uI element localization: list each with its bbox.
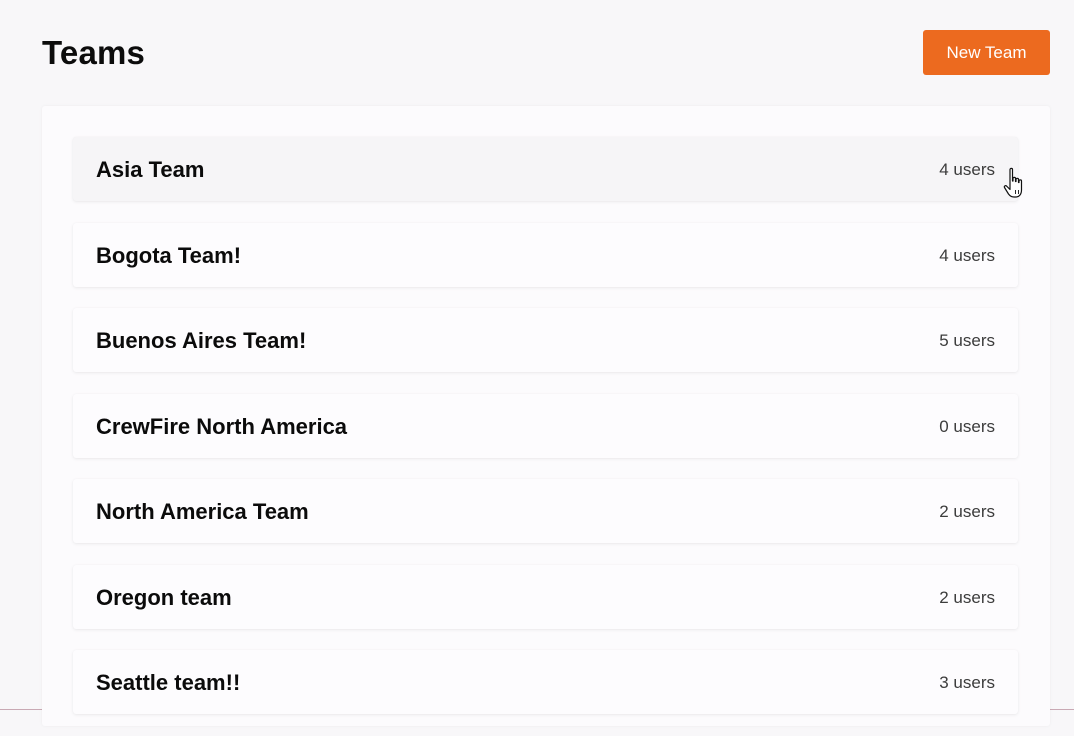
- team-user-count: 2 users: [939, 587, 995, 607]
- team-row-seattle-team[interactable]: Seattle team!! 3 users: [73, 650, 1018, 714]
- team-list: Asia Team 4 users Bogota Team! 4 users B…: [73, 137, 1018, 736]
- team-user-count: 3 users: [939, 673, 995, 692]
- team-name: North America Team: [96, 499, 309, 524]
- team-row-north-america-team[interactable]: North America Team 2 users: [73, 479, 1018, 543]
- team-user-count: 0 users: [939, 416, 995, 436]
- team-row-oregon-team[interactable]: Oregon team 2 users: [73, 564, 1018, 629]
- new-team-button[interactable]: New Team: [923, 30, 1050, 75]
- team-name: Asia Team: [96, 157, 205, 182]
- page-header: Teams New Team: [42, 30, 1050, 75]
- team-user-count: 4 users: [939, 160, 995, 179]
- page-title: Teams: [42, 34, 146, 71]
- team-user-count: 2 users: [939, 502, 995, 521]
- team-row-buenos-aires-team[interactable]: Buenos Aires Team! 5 users: [73, 308, 1018, 372]
- team-name: Bogota Team!: [96, 242, 242, 268]
- team-name: Oregon team: [96, 584, 232, 610]
- team-user-count: 4 users: [939, 245, 995, 265]
- team-user-count: 5 users: [939, 331, 995, 350]
- team-name: Buenos Aires Team!: [96, 328, 307, 353]
- teams-panel: Asia Team 4 users Bogota Team! 4 users B…: [42, 106, 1050, 726]
- team-row-crewfire-north-america[interactable]: CrewFire North America 0 users: [73, 393, 1018, 458]
- team-row-bogota-team[interactable]: Bogota Team! 4 users: [73, 222, 1018, 287]
- team-name: CrewFire North America: [96, 413, 348, 439]
- team-name: Seattle team!!: [96, 670, 241, 695]
- team-row-asia-team[interactable]: Asia Team 4 users: [73, 137, 1018, 201]
